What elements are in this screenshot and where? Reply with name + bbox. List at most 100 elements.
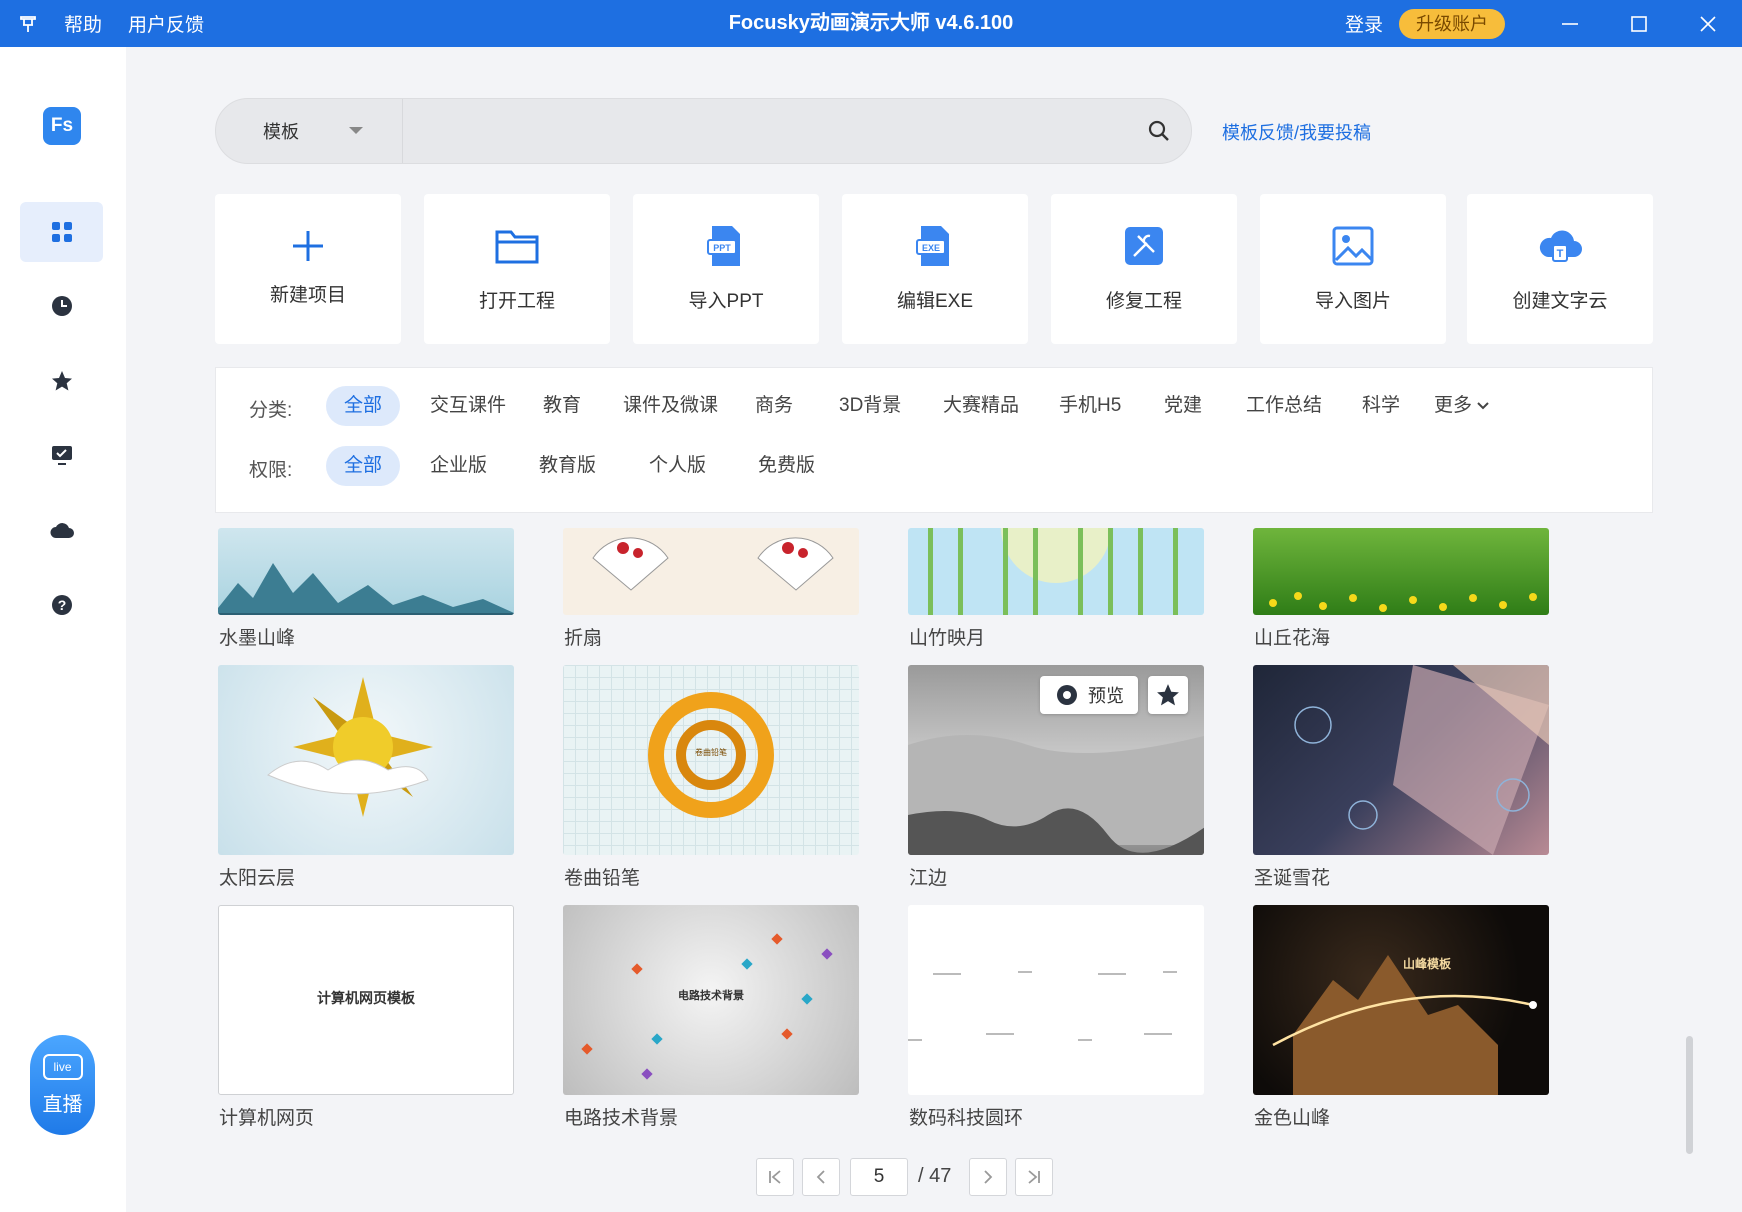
search-type-select[interactable]: 模板 (216, 99, 403, 163)
template-name: 水墨山峰 (219, 628, 296, 649)
template-thumbnail[interactable]: 山峰模板 (1253, 905, 1549, 1095)
next-page-button[interactable] (969, 1158, 1007, 1196)
new-project-card[interactable]: 新建项目 (215, 194, 401, 344)
template-card[interactable]: 折扇 (563, 528, 859, 649)
category-chip[interactable]: 手机H5 (1041, 386, 1139, 426)
title-bar: 帮助 用户反馈 Focusky动画演示大师 v4.6.100 登录 升级账户 (0, 0, 1742, 47)
chevron-down-icon (1477, 402, 1490, 410)
template-thumb-title: 电路技术背景 (678, 990, 744, 1002)
sidebar-item-recent[interactable] (20, 276, 103, 336)
category-chip[interactable]: 党建 (1146, 386, 1220, 426)
template-name: 计算机网页 (219, 1108, 315, 1129)
template-thumbnail[interactable] (908, 528, 1204, 615)
template-name: 折扇 (564, 628, 603, 649)
template-thumbnail[interactable]: 卷曲铅笔 (563, 665, 859, 855)
category-chip[interactable]: 商务 (737, 386, 811, 426)
template-card[interactable]: 计算机网页模板 计算机网页 (218, 905, 514, 1130)
preview-button[interactable]: 预览 (1040, 676, 1138, 714)
search-input[interactable] (406, 109, 1126, 153)
template-thumb-title: 卷曲铅笔 (695, 748, 727, 757)
first-page-button[interactable] (756, 1158, 794, 1196)
category-chip[interactable]: 交互课件 (412, 386, 524, 426)
prev-page-button[interactable] (802, 1158, 840, 1196)
create-word-cloud-card[interactable]: T 创建文字云 (1467, 194, 1653, 344)
sidebar-item-help[interactable]: ? (20, 575, 103, 635)
permission-chip[interactable]: 免费版 (740, 446, 833, 486)
left-sidebar: Fs ? live 直播 (0, 47, 126, 1212)
image-icon (1332, 226, 1374, 266)
minimize-button[interactable] (1535, 0, 1604, 47)
template-card[interactable]: 圣诞雪花 (1253, 665, 1549, 890)
last-page-button[interactable] (1015, 1158, 1053, 1196)
template-thumbnail[interactable] (1253, 665, 1549, 855)
favorite-button[interactable] (1148, 676, 1188, 714)
category-chip[interactable]: 工作总结 (1228, 386, 1340, 426)
category-chip[interactable]: 科学 (1344, 386, 1418, 426)
template-card[interactable]: 山竹映月 (908, 528, 1204, 649)
filter-panel: 分类: 全部 交互课件 教育 课件及微课 商务 3D背景 大赛精品 手机H5 党… (215, 367, 1653, 513)
vertical-scrollbar[interactable] (1686, 1036, 1693, 1154)
template-card[interactable]: 水墨山峰 (218, 528, 514, 649)
permission-chip[interactable]: 教育版 (521, 446, 614, 486)
category-chip[interactable]: 课件及微课 (605, 386, 736, 426)
template-feedback-link[interactable]: 模板反馈/我要投稿 (1222, 119, 1371, 145)
svg-text:EXE: EXE (922, 243, 940, 253)
open-project-card[interactable]: 打开工程 (424, 194, 610, 344)
category-label: 分类: (249, 400, 293, 421)
template-name: 卷曲铅笔 (564, 868, 641, 889)
more-label: 更多 (1434, 395, 1473, 416)
page-number-input[interactable]: 5 (850, 1158, 908, 1196)
template-card[interactable]: 数码科技圆环 (908, 905, 1204, 1130)
import-image-card[interactable]: 导入图片 (1260, 194, 1446, 344)
maximize-button[interactable] (1604, 0, 1673, 47)
template-card[interactable]: 卷曲铅笔 卷曲铅笔 (563, 665, 859, 890)
permission-chip[interactable]: 企业版 (412, 446, 505, 486)
template-thumbnail[interactable] (563, 528, 859, 615)
template-thumbnail[interactable] (218, 665, 514, 855)
permission-chip[interactable]: 个人版 (631, 446, 724, 486)
template-thumb-title: 山峰模板 (1403, 957, 1452, 971)
template-hover-tools: 预览 (1040, 676, 1188, 714)
template-thumbnail[interactable]: 电路技术背景 (563, 905, 859, 1095)
category-chip[interactable]: 教育 (525, 386, 599, 426)
sidebar-item-cloud[interactable] (20, 500, 103, 560)
eye-icon (1057, 685, 1077, 705)
more-categories-button[interactable]: 更多 (1416, 386, 1507, 426)
template-thumbnail[interactable] (1253, 528, 1549, 615)
svg-text:T: T (1557, 248, 1564, 260)
live-stream-button[interactable]: live 直播 (30, 1035, 95, 1135)
search-type-label: 模板 (263, 122, 299, 142)
template-thumbnail[interactable] (908, 905, 1204, 1095)
template-card[interactable]: 山峰模板 金色山峰 (1253, 905, 1549, 1130)
category-chip[interactable]: 3D背景 (821, 386, 919, 426)
template-card[interactable]: 电路技术背景 电路技术背景 (563, 905, 859, 1130)
search-icon[interactable] (1147, 119, 1171, 143)
edit-exe-card[interactable]: EXE 编辑EXE (842, 194, 1028, 344)
sidebar-item-favorites[interactable] (20, 351, 103, 411)
category-chip[interactable]: 大赛精品 (925, 386, 1037, 426)
login-link[interactable]: 登录 (1345, 10, 1383, 37)
upgrade-account-button[interactable]: 升级账户 (1399, 8, 1505, 39)
template-thumbnail[interactable]: 计算机网页模板 (218, 905, 514, 1095)
permission-filter-row: 权限: 全部 企业版 教育版 个人版 免费版 (216, 446, 1652, 486)
grid-icon (51, 222, 72, 242)
template-name: 数码科技圆环 (909, 1108, 1024, 1129)
template-card[interactable]: 太阳云层 (218, 665, 514, 890)
close-button[interactable] (1673, 0, 1742, 47)
template-thumbnail[interactable] (218, 528, 514, 615)
template-name: 太阳云层 (219, 868, 296, 889)
pin-icon[interactable] (18, 14, 38, 34)
permission-chip-all[interactable]: 全部 (326, 446, 401, 486)
category-chip-all[interactable]: 全部 (326, 386, 401, 426)
menu-user-feedback[interactable]: 用户反馈 (128, 10, 204, 37)
sidebar-item-templates[interactable] (20, 202, 103, 262)
sidebar-item-published[interactable] (20, 425, 103, 485)
clock-icon (51, 296, 72, 316)
plus-icon (293, 231, 323, 261)
repair-project-card[interactable]: 修复工程 (1051, 194, 1237, 344)
import-ppt-card[interactable]: PPT 导入PPT (633, 194, 819, 344)
exe-file-icon: EXE (916, 226, 949, 266)
template-card[interactable]: 山丘花海 (1253, 528, 1549, 649)
help-icon: ? (51, 595, 72, 615)
menu-help[interactable]: 帮助 (64, 10, 102, 37)
